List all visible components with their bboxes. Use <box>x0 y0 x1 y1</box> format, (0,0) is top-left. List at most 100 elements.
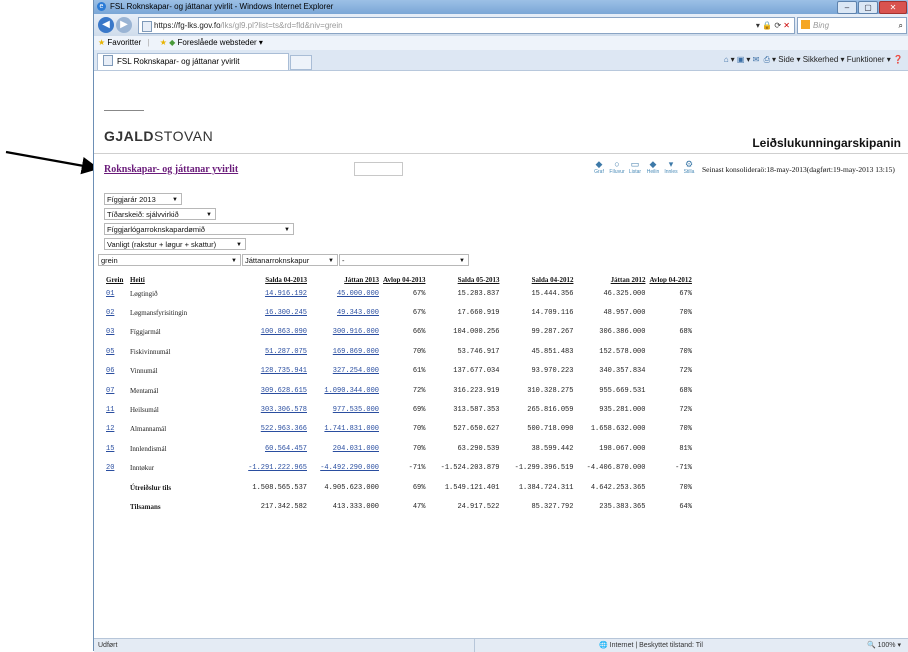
level-select[interactable]: grein ▼ <box>98 254 241 266</box>
new-tab-button[interactable] <box>290 55 312 70</box>
safety-menu[interactable]: Sikkerhed ▾ <box>803 55 845 64</box>
value-link[interactable]: 100.863.090 <box>237 323 309 342</box>
area-select[interactable]: Fíggjarlógarroknskapardømið ▼ <box>104 223 294 235</box>
column-header[interactable]: Heiti <box>128 274 237 284</box>
value-link[interactable]: 51.287.075 <box>237 342 309 361</box>
row-name: Heilsumál <box>130 406 159 415</box>
value-link[interactable]: 309.628.615 <box>237 381 309 400</box>
row-code-link[interactable]: 15 <box>104 439 128 458</box>
column-header[interactable]: Salda 05-2013 <box>427 274 501 284</box>
table-row: 07 Mentamál 309.628.615 1.090.344.000 72% 316… <box>104 381 694 400</box>
value-cell: 48.957.000 <box>603 309 646 318</box>
value-cell: 4.642.253.365 <box>590 483 646 492</box>
row-name: Løgmansfyrisitingin <box>130 309 188 318</box>
blank-input-box[interactable] <box>354 162 403 176</box>
value-link[interactable]: 60.564.457 <box>237 439 309 458</box>
value-cell: 70% <box>679 483 692 492</box>
print-icon[interactable]: ⎙ <box>764 55 770 64</box>
whole-tool-button[interactable]: ◆ Heilin <box>643 159 663 175</box>
add-favorite-icon[interactable]: ★ <box>160 38 167 47</box>
settings-tool-button[interactable]: ⚙ Stilla <box>679 159 699 175</box>
column-header[interactable]: Salda 04-2012 <box>501 274 575 284</box>
forward-button[interactable]: ▶ <box>116 17 132 33</box>
extra-select[interactable]: - ▼ <box>339 254 469 266</box>
row-code-link[interactable]: 12 <box>104 420 128 439</box>
value-link[interactable]: -1.291.222.965 <box>237 459 309 478</box>
logo-rule <box>104 110 144 111</box>
row-code-link[interactable]: 05 <box>104 342 128 361</box>
row-name: Innlendismál <box>130 444 167 453</box>
minimize-button[interactable]: – <box>837 1 857 14</box>
row-code-link[interactable]: 03 <box>104 323 128 342</box>
favorites-button[interactable]: Favoritter <box>107 38 141 47</box>
refresh-icon[interactable]: ⟳ <box>774 21 781 30</box>
period-select[interactable]: Tíðarskeið: sjálvvirkið ▼ <box>104 208 216 220</box>
measure-select[interactable]: Játtanarroknskapur ▼ <box>242 254 338 266</box>
files-tool-button[interactable]: ○ Fíluvur <box>607 159 627 175</box>
row-code-link[interactable]: 11 <box>104 400 128 419</box>
lists-tool-button[interactable]: ▭ Listar <box>625 159 645 175</box>
zoom-control[interactable]: 🔍 100% ▾ <box>867 639 901 652</box>
row-name: Fíggjarmál <box>130 328 161 337</box>
row-code-link[interactable]: 06 <box>104 362 128 381</box>
address-input[interactable]: https://fg-lks.gov.fo/lks/gl9.pl?list=ts… <box>138 17 795 34</box>
value-link[interactable]: 303.306.578 <box>237 400 309 419</box>
value-link[interactable]: 16.300.245 <box>237 303 309 322</box>
table-row: 05 Fiskivinnumál 51.287.075 169.869.000 70% 5… <box>104 342 694 361</box>
row-code-link[interactable]: 02 <box>104 303 128 322</box>
value-link[interactable]: 1.741.831.000 <box>309 420 381 439</box>
column-header[interactable]: Játtan 2012 <box>575 274 647 284</box>
table-row: 06 Vinnumál 128.735.941 327.254.000 61% 137.6… <box>104 362 694 381</box>
value-link[interactable]: 14.916.192 <box>237 284 309 303</box>
type-select[interactable]: Vanligt (rakstur + løgur + skattur) ▼ <box>104 238 246 250</box>
value-link[interactable]: -4.492.290.000 <box>309 459 381 478</box>
table-row: Tilsamans 217.342.582 413.333.000 47% 24.917… <box>104 497 694 516</box>
row-name: Vinnumál <box>130 367 158 376</box>
column-header[interactable]: Avlop 04-2012 <box>647 274 693 284</box>
favorites-star-icon[interactable]: ★ <box>98 38 105 47</box>
value-cell: 500.718.090 <box>527 425 574 434</box>
suggested-sites-link[interactable]: Foreslåede websteder ▾ <box>178 38 263 47</box>
value-link[interactable]: 45.000.000 <box>309 284 381 303</box>
close-button[interactable]: ✕ <box>879 1 907 14</box>
help-icon[interactable]: ❓ <box>893 55 903 64</box>
value-cell: 70% <box>679 309 692 318</box>
column-header[interactable]: Játtan 2013 <box>309 274 381 284</box>
column-header[interactable]: Avlop 04-2013 <box>381 274 427 284</box>
favorites-bar: ★ Favoritter | ★ ◆ Foreslåede websteder … <box>94 36 908 51</box>
row-code-link[interactable]: 01 <box>104 284 128 303</box>
import-tool-button[interactable]: ▾ Innles <box>661 159 681 175</box>
year-select[interactable]: Fíggjarár 2013 ▼ <box>104 193 182 205</box>
dropdown-icon[interactable]: ▾ <box>756 21 760 30</box>
search-icon[interactable]: ⌕ <box>899 18 903 33</box>
tab-active[interactable]: FSL Roknskapar- og játtanar yvirlit <box>97 53 289 70</box>
lock-icon[interactable]: 🔒 <box>762 21 772 30</box>
tools-menu[interactable]: Funktioner ▾ <box>847 55 891 64</box>
page-title-link[interactable]: Roknskapar- og játtanar yvirlit <box>104 164 238 175</box>
value-link[interactable]: 977.535.000 <box>309 400 381 419</box>
value-link[interactable]: 300.916.000 <box>309 323 381 342</box>
maximize-button[interactable]: ▢ <box>858 1 878 14</box>
value-link[interactable]: 169.869.000 <box>309 342 381 361</box>
value-link[interactable]: 327.254.000 <box>309 362 381 381</box>
column-header[interactable]: Grein <box>104 274 128 284</box>
feeds-icon[interactable]: ▣ <box>737 55 745 64</box>
tab-page-icon <box>103 55 113 66</box>
back-button[interactable]: ◀ <box>98 17 114 33</box>
value-cell: 67% <box>679 289 692 298</box>
search-input[interactable]: Bing ⌕ <box>797 17 907 34</box>
import-icon: ▾ <box>668 159 674 169</box>
value-link[interactable]: 522.963.366 <box>237 420 309 439</box>
row-code-link[interactable]: 07 <box>104 381 128 400</box>
home-icon[interactable]: ⌂ <box>724 55 729 64</box>
mail-icon[interactable]: ✉ <box>753 55 760 64</box>
stop-icon[interactable]: ✕ <box>783 21 790 30</box>
column-header[interactable]: Salda 04-2013 <box>237 274 309 284</box>
page-menu[interactable]: Side ▾ <box>778 55 800 64</box>
value-link[interactable]: 204.031.000 <box>309 439 381 458</box>
value-link[interactable]: 128.735.941 <box>237 362 309 381</box>
value-link[interactable]: 1.090.344.000 <box>309 381 381 400</box>
value-link[interactable]: 49.343.000 <box>309 303 381 322</box>
graph-tool-button[interactable]: ◆ Graf <box>589 159 609 175</box>
row-code-link[interactable]: 20 <box>104 459 128 478</box>
